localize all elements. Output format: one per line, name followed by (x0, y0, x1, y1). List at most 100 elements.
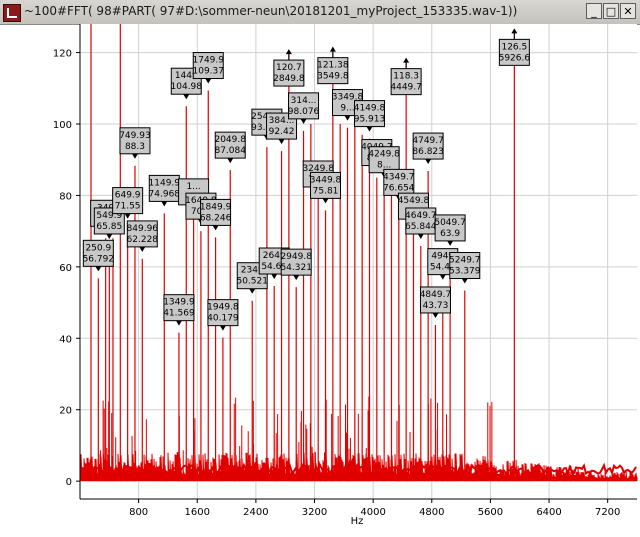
label-value: 314... (291, 96, 317, 106)
y-tick-label: 80 (59, 191, 72, 202)
x-tick-label: 4000 (360, 507, 385, 518)
peak-label: 5049.763.9 (434, 214, 466, 246)
y-tick-label: 60 (59, 263, 72, 274)
x-tick-label: 6400 (536, 507, 561, 518)
peak-label: 1349.941.569 (163, 294, 195, 326)
y-tick-label: 40 (59, 334, 72, 345)
label-value: 4849.7 (420, 290, 452, 300)
x-tick-label: 2400 (243, 507, 268, 518)
peak-label: 5249.753.379 (449, 252, 481, 284)
label-value: 4149.8 (354, 104, 386, 114)
label-value: 98.076 (288, 107, 320, 117)
label-value: 121.38 (317, 61, 349, 71)
peak-label: 314...98.076 (288, 92, 320, 124)
window-title: ~100#FFT( 98#PART( 97#D:\sommer-neun\201… (24, 4, 518, 18)
close-button[interactable]: ✕ (620, 3, 636, 19)
title-bar[interactable]: ~100#FFT( 98#PART( 97#D:\sommer-neun\201… (0, 0, 640, 25)
label-value: 74.968 (149, 189, 181, 199)
x-tick-label: 7200 (595, 507, 620, 518)
label-value: 86.823 (412, 147, 444, 157)
peak-label: 749.9388.3 (119, 127, 151, 159)
label-value: 749.93 (119, 131, 151, 141)
label-value: 3549.8 (317, 72, 349, 82)
label-value: 92.42 (269, 127, 295, 137)
peak-label: 4149.895.913 (354, 100, 386, 132)
label-value: 76.654 (383, 183, 415, 193)
label-value: 71.55 (115, 202, 141, 212)
label-value: 1949.8 (207, 303, 239, 313)
label-value: 1149.9 (149, 178, 181, 188)
label-value: 65.844 (405, 222, 437, 232)
app-icon[interactable] (3, 4, 21, 22)
peak-label: 1149.974.968 (149, 174, 181, 207)
label-value: 4749.7 (412, 136, 444, 146)
label-value: 4649.7 (405, 211, 437, 221)
minimize-button[interactable]: _ (586, 3, 602, 19)
label-value: 118.3 (393, 72, 419, 82)
label-value: 1849.9 (200, 202, 232, 212)
x-tick-label: 1600 (185, 507, 210, 518)
label-value: 5249.7 (449, 256, 481, 266)
label-value: 2049.8 (214, 135, 246, 145)
label-value: 126.5 (501, 42, 527, 52)
peak-label: 4649.765.844 (405, 207, 437, 239)
label-value: 849.96 (127, 224, 159, 234)
label-value: 50.521 (236, 277, 268, 287)
label-value: 65.85 (96, 222, 122, 232)
peak-label: 4849.743.73 (420, 286, 452, 318)
label-value: 88.3 (125, 142, 145, 152)
y-tick-label: 100 (53, 120, 72, 131)
label-value: 2849.8 (273, 74, 305, 84)
label-value: 4249.8 (368, 150, 400, 160)
label-value: 104.98 (171, 82, 203, 92)
label-value: 3449.8 (310, 175, 342, 185)
label-value: 54.321 (280, 263, 312, 273)
maximize-button[interactable]: □ (603, 3, 619, 19)
y-tick-label: 120 (53, 49, 72, 60)
label-value: 87.084 (214, 146, 246, 156)
label-value: 40.179 (207, 314, 239, 324)
label-value: 1... (186, 182, 200, 192)
peak-label: 649.971.55 (112, 187, 144, 219)
label-value: 75.81 (313, 186, 339, 196)
peak-label: 2049.887.084 (214, 131, 246, 164)
label-value: 1749.9 (193, 56, 225, 66)
fft-window: ~100#FFT( 98#PART( 97#D:\sommer-neun\201… (0, 0, 640, 537)
label-value: 250.9 (85, 243, 111, 253)
peak-label: 2949.854.321 (280, 248, 312, 281)
label-value: 2949.8 (280, 252, 312, 262)
y-tick-label: 0 (66, 477, 72, 488)
label-value: 4449.7 (390, 83, 422, 93)
peak-label: 1849.968.246 (200, 198, 232, 231)
label-value: 109.37 (193, 67, 225, 77)
label-value: 43.73 (423, 301, 449, 311)
label-value: 62.228 (127, 235, 159, 245)
x-tick-label: 5600 (478, 507, 503, 518)
label-value: 649.9 (115, 191, 141, 201)
label-value: 1349.9 (163, 298, 195, 308)
y-tick-label: 20 (59, 406, 72, 417)
x-tick-label: 3200 (302, 507, 327, 518)
label-value: 56.792 (83, 254, 115, 264)
peak-label: 1749.9109.37 (193, 52, 225, 84)
label-value: 68.246 (200, 213, 232, 223)
label-value: 120.7 (276, 63, 302, 73)
label-value: 4549.8 (398, 196, 430, 206)
label-value: 63.9 (440, 229, 460, 239)
label-value: 41.569 (163, 309, 195, 319)
label-value: 5049.7 (434, 218, 466, 228)
label-value: 5926.6 (499, 53, 531, 63)
x-tick-label: 4800 (419, 507, 444, 518)
label-value: 95.913 (354, 115, 386, 125)
peak-label: 3449.875.81 (310, 171, 342, 204)
x-tick-label: 800 (129, 507, 148, 518)
peak-label: 849.9662.228 (127, 220, 159, 252)
peak-label: 1949.840.179 (207, 299, 239, 331)
peak-label: 250.956.792 (83, 239, 115, 272)
label-value: 4349.7 (383, 172, 415, 182)
label-value: 9... (340, 104, 354, 114)
fft-chart[interactable]: 0 20 40 60 80 100 120 800 1600 2400 3200 4000 4800 56… (0, 24, 640, 537)
label-value: 53.379 (449, 267, 481, 277)
x-axis-label: Hz (351, 516, 364, 527)
peak-label: 4749.786.823 (412, 132, 444, 165)
